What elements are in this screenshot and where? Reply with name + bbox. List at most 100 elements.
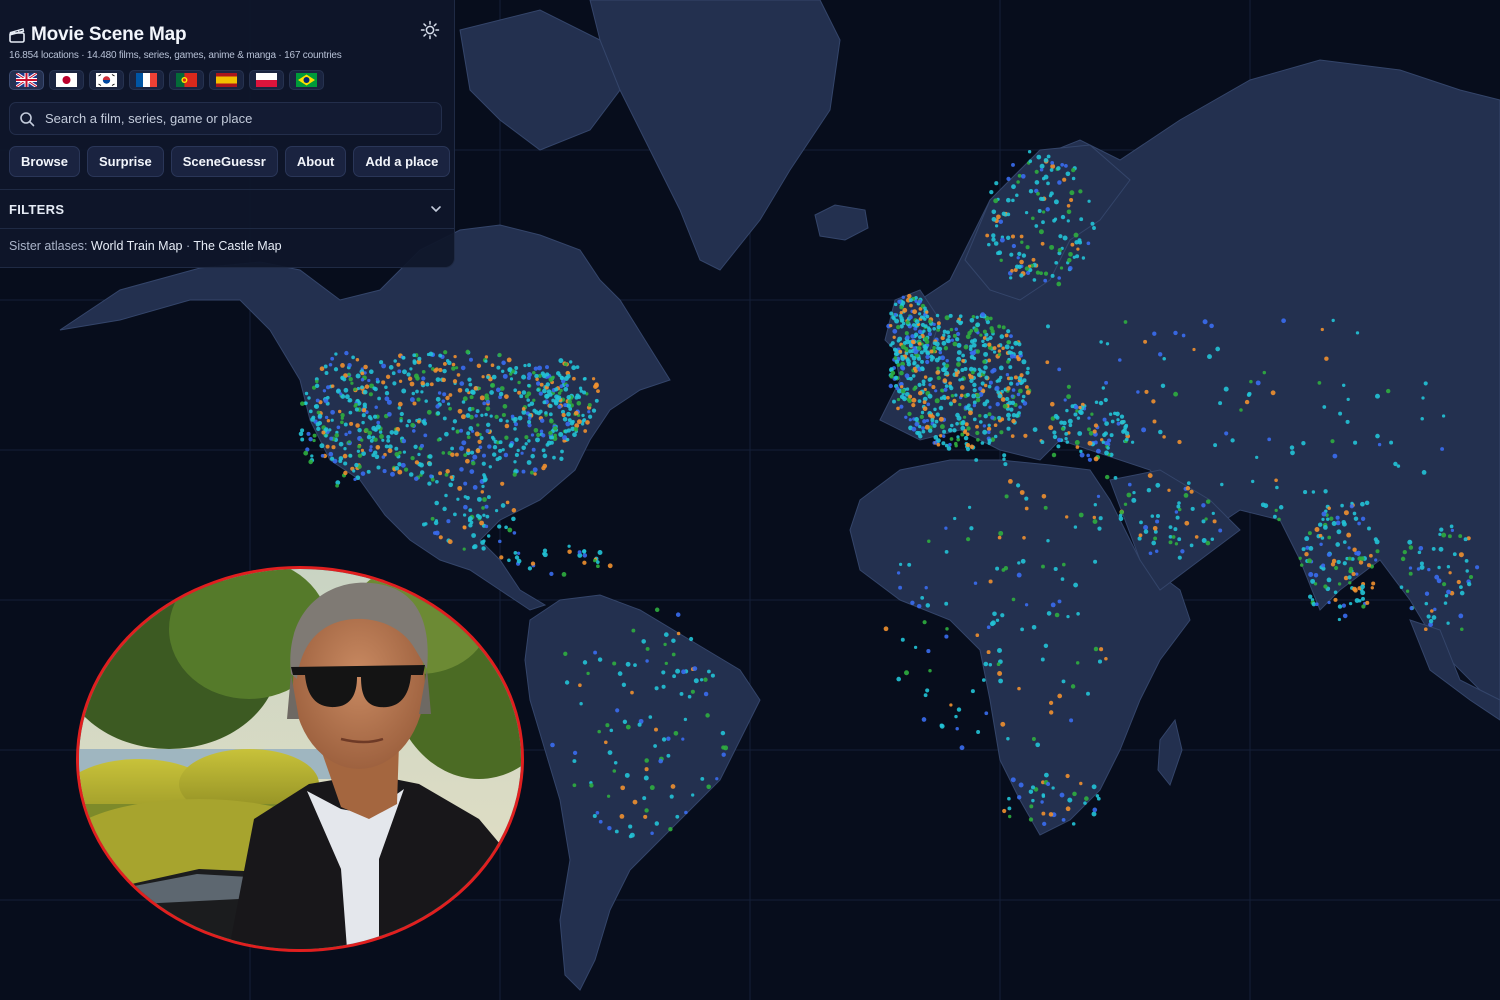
- location-marker[interactable]: [905, 335, 910, 340]
- location-marker[interactable]: [1087, 440, 1093, 446]
- location-marker[interactable]: [966, 537, 971, 542]
- location-marker[interactable]: [670, 784, 676, 789]
- location-marker[interactable]: [312, 433, 317, 438]
- location-marker[interactable]: [942, 333, 946, 337]
- location-marker[interactable]: [940, 388, 944, 393]
- location-marker[interactable]: [908, 298, 913, 303]
- location-marker[interactable]: [527, 416, 532, 420]
- location-marker[interactable]: [637, 722, 642, 727]
- location-marker[interactable]: [997, 415, 1002, 420]
- location-marker[interactable]: [944, 634, 949, 639]
- location-marker[interactable]: [504, 423, 510, 429]
- location-marker[interactable]: [955, 337, 960, 342]
- location-marker[interactable]: [1064, 436, 1068, 441]
- location-marker[interactable]: [1122, 428, 1127, 433]
- location-marker[interactable]: [347, 372, 351, 377]
- location-marker[interactable]: [1346, 532, 1352, 538]
- location-marker[interactable]: [1023, 433, 1028, 438]
- location-marker[interactable]: [939, 424, 945, 430]
- location-marker[interactable]: [920, 596, 925, 600]
- location-marker[interactable]: [596, 389, 600, 394]
- location-marker[interactable]: [397, 469, 403, 475]
- location-marker[interactable]: [1006, 386, 1011, 391]
- location-marker[interactable]: [1440, 447, 1445, 451]
- location-marker[interactable]: [1335, 542, 1341, 547]
- location-marker[interactable]: [1098, 516, 1103, 521]
- location-marker[interactable]: [417, 419, 421, 424]
- location-marker[interactable]: [1083, 801, 1087, 805]
- location-marker[interactable]: [494, 508, 499, 513]
- location-marker[interactable]: [338, 441, 344, 447]
- location-marker[interactable]: [999, 430, 1004, 435]
- location-marker[interactable]: [929, 349, 934, 354]
- location-marker[interactable]: [944, 601, 949, 606]
- location-marker[interactable]: [1446, 621, 1450, 625]
- location-marker[interactable]: [1049, 710, 1054, 715]
- location-marker[interactable]: [939, 723, 944, 728]
- location-marker[interactable]: [414, 476, 419, 481]
- location-marker[interactable]: [1370, 586, 1374, 590]
- location-marker[interactable]: [442, 506, 447, 512]
- location-marker[interactable]: [459, 445, 464, 451]
- location-marker[interactable]: [932, 423, 937, 428]
- location-marker[interactable]: [898, 314, 903, 318]
- location-marker[interactable]: [1327, 506, 1331, 511]
- location-marker[interactable]: [1356, 552, 1361, 556]
- location-marker[interactable]: [1105, 342, 1110, 346]
- location-marker[interactable]: [394, 446, 399, 451]
- location-marker[interactable]: [1317, 522, 1323, 527]
- location-marker[interactable]: [340, 375, 345, 380]
- location-marker[interactable]: [1375, 549, 1380, 554]
- location-marker[interactable]: [410, 422, 415, 428]
- location-marker[interactable]: [1139, 520, 1143, 525]
- location-marker[interactable]: [1247, 391, 1252, 396]
- location-marker[interactable]: [1361, 596, 1365, 601]
- location-marker[interactable]: [485, 422, 491, 428]
- location-marker[interactable]: [1371, 581, 1376, 586]
- location-marker[interactable]: [389, 430, 395, 435]
- location-marker[interactable]: [1289, 445, 1295, 450]
- location-marker[interactable]: [1006, 359, 1010, 364]
- language-ja[interactable]: [49, 70, 84, 90]
- location-marker[interactable]: [893, 312, 897, 317]
- location-marker[interactable]: [994, 224, 999, 228]
- filters-toggle[interactable]: FILTERS: [9, 200, 442, 218]
- location-marker[interactable]: [896, 406, 900, 411]
- location-marker[interactable]: [485, 514, 490, 519]
- location-marker[interactable]: [1326, 577, 1332, 583]
- location-marker[interactable]: [445, 395, 450, 401]
- location-marker[interactable]: [1020, 240, 1024, 244]
- location-marker[interactable]: [330, 409, 335, 415]
- location-marker[interactable]: [1307, 531, 1312, 536]
- location-marker[interactable]: [1062, 235, 1068, 241]
- location-marker[interactable]: [375, 444, 381, 450]
- location-marker[interactable]: [594, 398, 599, 403]
- location-marker[interactable]: [508, 443, 514, 448]
- location-marker[interactable]: [476, 423, 480, 427]
- location-marker[interactable]: [343, 470, 348, 476]
- location-marker[interactable]: [1334, 565, 1339, 571]
- location-marker[interactable]: [449, 475, 454, 480]
- location-marker[interactable]: [1374, 558, 1378, 562]
- location-marker[interactable]: [539, 429, 544, 434]
- location-marker[interactable]: [1001, 325, 1006, 330]
- location-marker[interactable]: [1015, 382, 1019, 386]
- location-marker[interactable]: [1162, 357, 1166, 361]
- location-marker[interactable]: [472, 544, 478, 549]
- location-marker[interactable]: [902, 341, 907, 345]
- location-marker[interactable]: [467, 377, 472, 382]
- location-marker[interactable]: [519, 394, 524, 399]
- location-marker[interactable]: [551, 398, 555, 403]
- location-marker[interactable]: [1337, 617, 1342, 622]
- location-marker[interactable]: [896, 571, 901, 575]
- location-marker[interactable]: [579, 701, 583, 706]
- location-marker[interactable]: [592, 813, 597, 819]
- location-marker[interactable]: [1130, 440, 1135, 444]
- location-marker[interactable]: [587, 410, 591, 414]
- location-marker[interactable]: [715, 777, 719, 781]
- location-marker[interactable]: [949, 327, 954, 332]
- location-marker[interactable]: [348, 377, 353, 382]
- location-marker[interactable]: [922, 329, 926, 333]
- location-marker[interactable]: [896, 324, 901, 330]
- location-marker[interactable]: [448, 393, 453, 397]
